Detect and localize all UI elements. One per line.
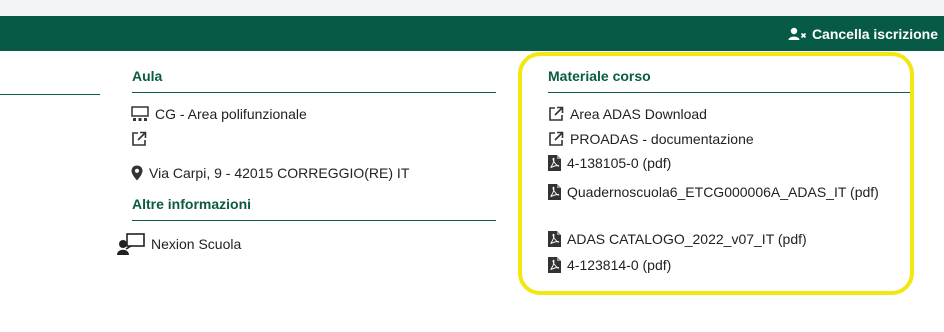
material-label: 4-138105-0 (pdf) [567, 155, 672, 171]
classroom-icon [131, 106, 149, 122]
material-item-pdf-adas-catalogo[interactable]: ADAS CATALOGO_2022_v07_IT (pdf) [548, 231, 807, 247]
material-label[interactable]: Quadernoscuola6_ETCG000006A_ADAS_IT (pdf… [548, 181, 908, 203]
altre-informazioni-title: Altre informazioni [132, 196, 252, 212]
unsubscribe-label: Cancella iscrizione [811, 25, 938, 42]
material-label: Area ADAS Download [570, 106, 707, 122]
external-link-icon [548, 106, 564, 122]
aula-address: Via Carpi, 9 - 42015 CORREGGIO(RE) IT [131, 165, 409, 181]
material-label: ADAS CATALOGO_2022_v07_IT (pdf) [567, 231, 807, 247]
address-text: Via Carpi, 9 - 42015 CORREGGIO(RE) IT [149, 165, 410, 181]
top-strip [0, 0, 944, 16]
header-bar: Cancella iscrizione [0, 16, 944, 51]
altre-informazioni-divider [132, 220, 496, 221]
material-item-area-adas-download[interactable]: Area ADAS Download [548, 106, 707, 122]
pdf-icon [548, 231, 561, 247]
unsubscribe-button[interactable]: Cancella iscrizione [788, 16, 938, 51]
external-link-icon [131, 131, 147, 147]
map-pin-icon [131, 165, 143, 181]
material-label: 4-123814-0 (pdf) [567, 257, 672, 273]
pdf-icon [548, 155, 561, 171]
materiale-corso-title: Materiale corso [548, 68, 651, 84]
materiale-corso-divider [548, 92, 912, 93]
material-item-proadas[interactable]: PROADAS - documentazione [548, 131, 754, 147]
room-name: CG - Area polifunzionale [155, 106, 307, 122]
user-x-icon [788, 27, 808, 41]
aula-divider [132, 92, 496, 93]
teacher-name: Nexion Scuola [151, 236, 242, 252]
material-item-pdf-4-123814-0[interactable]: 4-123814-0 (pdf) [548, 257, 671, 273]
aula-external-link[interactable] [131, 131, 147, 147]
teacher-icon [117, 233, 145, 255]
material-item-pdf-4-138105-0[interactable]: 4-138105-0 (pdf) [548, 155, 671, 171]
aula-title: Aula [132, 68, 163, 84]
teacher-row: Nexion Scuola [117, 233, 241, 255]
pdf-icon [548, 257, 561, 273]
page: Cancella iscrizione Aula CG - Area polif… [0, 0, 944, 332]
left-divider [0, 94, 100, 95]
material-label: PROADAS - documentazione [570, 131, 754, 147]
aula-room: CG - Area polifunzionale [131, 106, 307, 122]
external-link-icon [548, 131, 564, 147]
